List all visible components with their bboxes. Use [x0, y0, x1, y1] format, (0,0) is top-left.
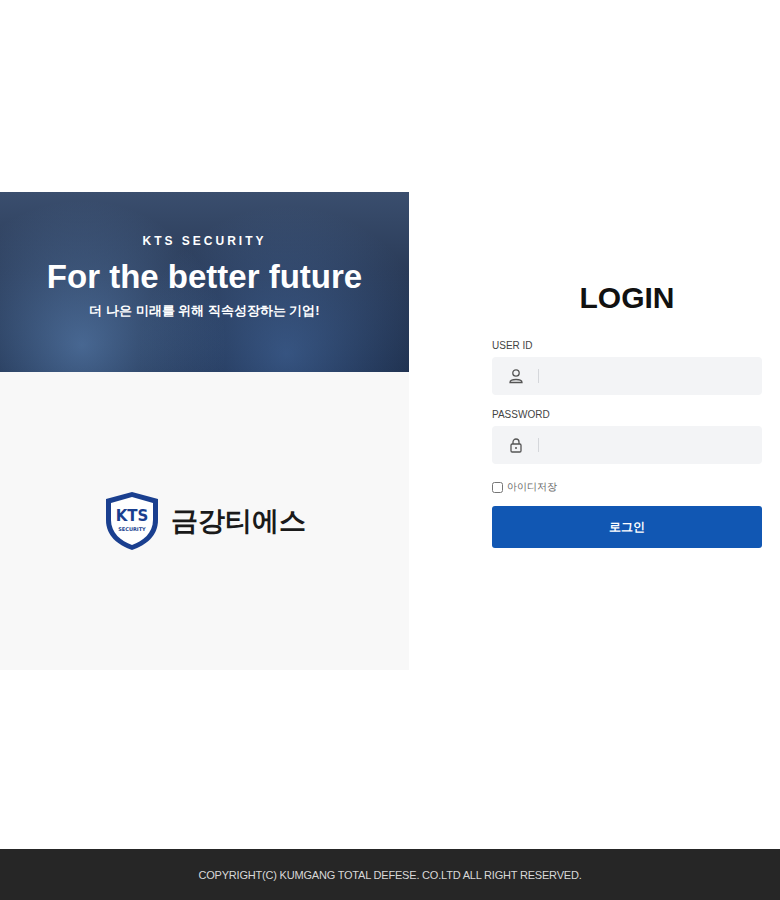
- login-page: KTS SECURITY For the better future 더 나은 미래…: [0, 0, 780, 900]
- login-button[interactable]: 로그인: [492, 506, 762, 548]
- lock-icon: [508, 437, 524, 453]
- logo-area: KTSSECURITY 금강티에스: [0, 372, 409, 670]
- shield-icon: KTSSECURITY: [103, 490, 161, 552]
- banner: KTS SECURITY For the better future 더 나은 미래…: [0, 192, 409, 372]
- input-divider: [538, 369, 539, 383]
- remember-label: 아이디저장: [507, 480, 557, 494]
- banner-headline: For the better future: [47, 258, 362, 296]
- company-name: 금강티에스: [171, 503, 306, 539]
- remember-id[interactable]: 아이디저장: [492, 480, 762, 494]
- company-logo: KTSSECURITY 금강티에스: [103, 490, 306, 552]
- input-box: [492, 426, 762, 464]
- password-input[interactable]: [549, 429, 750, 461]
- login-title: LOGIN: [492, 280, 762, 316]
- remember-checkbox[interactable]: [492, 482, 503, 493]
- copyright: COPYRIGHT(C) KUMGANG TOTAL DEFESE. CO.LT…: [198, 869, 581, 881]
- banner-eyebrow: KTS SECURITY: [142, 234, 266, 248]
- form-field: USER ID: [492, 340, 762, 395]
- banner-tagline: 더 나은 미래를 위해 직속성장하는 기업!: [89, 302, 319, 320]
- input-box: [492, 357, 762, 395]
- footer: COPYRIGHT(C) KUMGANG TOTAL DEFESE. CO.LT…: [0, 849, 780, 900]
- svg-text:KTS: KTS: [116, 507, 149, 525]
- login-panel: LOGIN USER ID PASSWORD 아이디저장로그인: [492, 192, 762, 548]
- svg-text:SECURITY: SECURITY: [118, 526, 146, 532]
- field-label: PASSWORD: [492, 409, 762, 420]
- input-divider: [538, 438, 539, 452]
- form-field: PASSWORD: [492, 409, 762, 464]
- main-area: KTS SECURITY For the better future 더 나은 미래…: [0, 0, 780, 849]
- user-icon: [508, 368, 524, 384]
- brand-panel: KTS SECURITY For the better future 더 나은 미래…: [0, 192, 409, 670]
- user-id-input[interactable]: [549, 360, 750, 392]
- field-label: USER ID: [492, 340, 762, 351]
